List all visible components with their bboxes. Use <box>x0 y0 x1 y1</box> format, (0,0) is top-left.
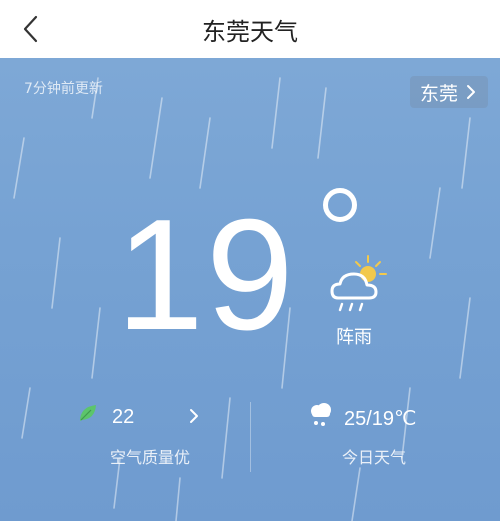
degree-symbol <box>323 188 357 222</box>
current-temperature: 19 <box>116 187 296 363</box>
leaf-icon <box>80 405 96 421</box>
section-divider <box>250 402 251 472</box>
page-title: 东莞天气 <box>202 17 298 46</box>
update-time-text: 7分钟前更新 <box>24 81 103 97</box>
chevron-right-icon[interactable] <box>186 406 202 426</box>
today-temperature-range[interactable]: 25/19℃ <box>344 406 417 431</box>
top-bar: 东莞天气 <box>0 0 500 59</box>
cloud-rain-icon <box>311 403 331 426</box>
air-quality-label[interactable]: 空气质量优 <box>110 444 190 468</box>
city-name: 东莞 <box>420 82 459 105</box>
air-quality-value[interactable]: 22 <box>112 406 134 429</box>
cloud-sun-rain-icon <box>330 255 387 312</box>
today-weather-label[interactable]: 今日天气 <box>342 444 406 468</box>
city-selector-button[interactable]: 东莞 <box>410 76 489 108</box>
weather-condition-label: 阵雨 <box>336 327 372 348</box>
chevron-right-icon <box>467 85 476 99</box>
weather-panel: 7分钟前更新 东莞 19 阵雨 22 空气质量优 25/19℃ 今日天气 <box>0 58 500 521</box>
